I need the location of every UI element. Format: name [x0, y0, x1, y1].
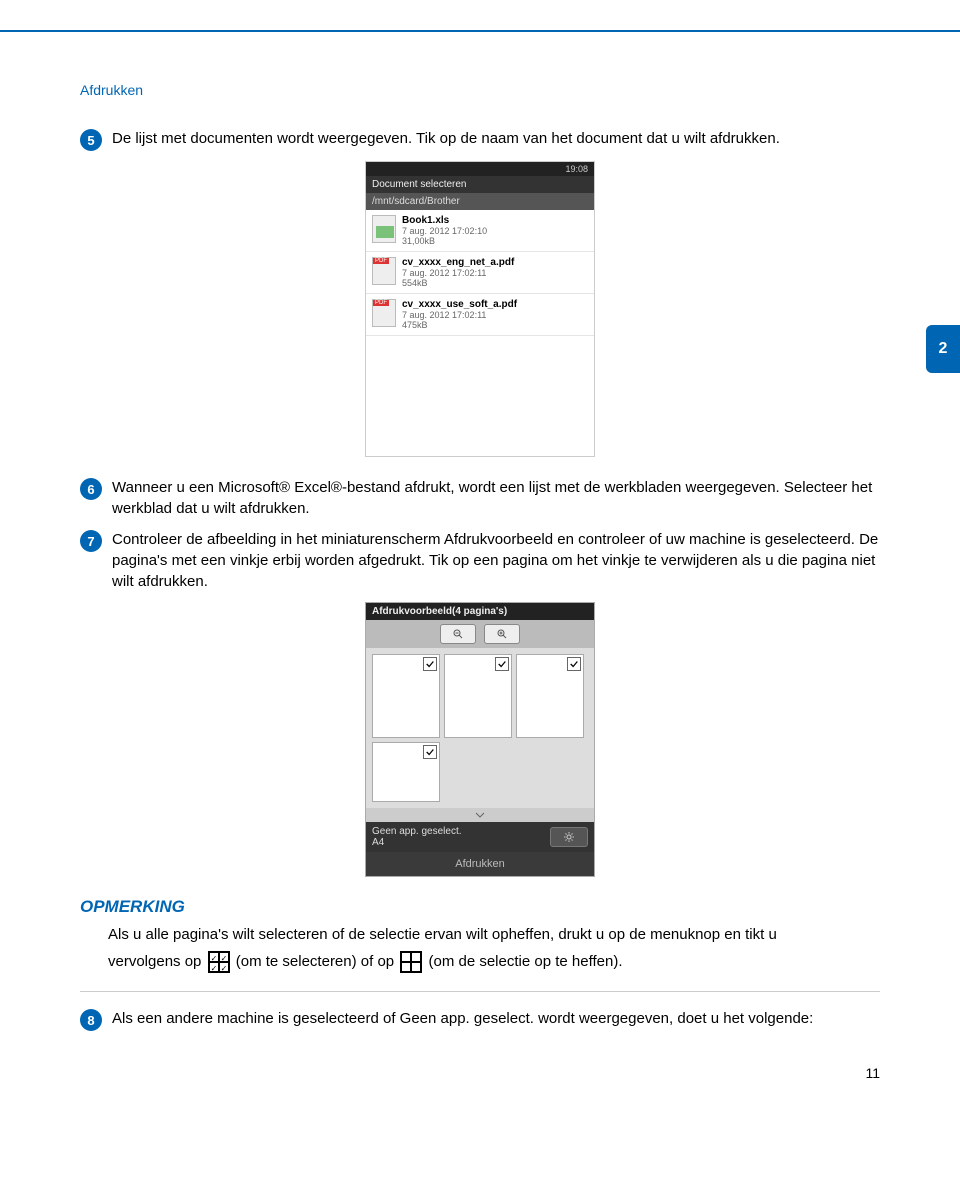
page-number: 11	[865, 1065, 880, 1081]
page-thumb[interactable]	[444, 654, 512, 738]
screenshot-print-preview: Afdrukvoorbeeld(4 pagina's) Geen app. ge…	[365, 602, 595, 877]
file-date: 7 aug. 2012 17:02:11	[402, 268, 514, 278]
zoom-toolbar	[366, 620, 594, 648]
divider	[80, 991, 880, 992]
note-body: Als u alle pagina's wilt selecteren of d…	[108, 921, 880, 975]
thumbnail-grid	[366, 648, 594, 808]
note-heading: OPMERKING	[80, 897, 880, 917]
top-rule	[0, 30, 960, 32]
chapter-tab: 2	[926, 325, 960, 373]
select-all-icon	[208, 951, 230, 973]
xls-file-icon	[372, 215, 396, 243]
section-header: Afdrukken	[80, 82, 960, 98]
breadcrumb-path: /mnt/sdcard/Brother	[366, 193, 594, 210]
deselect-all-icon	[400, 951, 422, 973]
pdf-file-icon	[372, 299, 396, 327]
step-bullet-8: 8	[80, 1009, 102, 1031]
file-row[interactable]: cv_xxxx_eng_net_a.pdf 7 aug. 2012 17:02:…	[366, 252, 594, 294]
screen-title: Document selecteren	[366, 176, 594, 193]
step-bullet-6: 6	[80, 478, 102, 500]
file-name: cv_xxxx_use_soft_a.pdf	[402, 299, 517, 310]
device-status-text: Geen app. geselect.	[372, 826, 462, 837]
step-8-text: Als een andere machine is geselecteerd o…	[112, 1008, 813, 1029]
file-size: 31,00kB	[402, 236, 487, 246]
preview-title: Afdrukvoorbeeld(4 pagina's)	[366, 603, 594, 620]
file-name: Book1.xls	[402, 215, 487, 226]
page-thumb[interactable]	[372, 654, 440, 738]
check-icon[interactable]	[423, 745, 437, 759]
zoom-out-icon[interactable]	[440, 624, 476, 644]
step-bullet-7: 7	[80, 530, 102, 552]
status-bar: 19:08	[366, 162, 594, 176]
page-thumb[interactable]	[372, 742, 440, 802]
check-icon[interactable]	[567, 657, 581, 671]
chevron-down-icon[interactable]	[366, 808, 594, 822]
page-thumb[interactable]	[516, 654, 584, 738]
step-bullet-5: 5	[80, 129, 102, 151]
file-name: cv_xxxx_eng_net_a.pdf	[402, 257, 514, 268]
step-6-text: Wanneer u een Microsoft® Excel®-bestand …	[112, 477, 880, 519]
file-size: 475kB	[402, 320, 517, 330]
file-row[interactable]: cv_xxxx_use_soft_a.pdf 7 aug. 2012 17:02…	[366, 294, 594, 336]
file-row[interactable]: Book1.xls 7 aug. 2012 17:02:10 31,00kB	[366, 210, 594, 252]
zoom-in-icon[interactable]	[484, 624, 520, 644]
gear-icon[interactable]	[550, 827, 588, 847]
check-icon[interactable]	[495, 657, 509, 671]
file-date: 7 aug. 2012 17:02:10	[402, 226, 487, 236]
check-icon[interactable]	[423, 657, 437, 671]
step-5-text: De lijst met documenten wordt weergegeve…	[112, 128, 780, 149]
step-7-text: Controleer de afbeelding in het miniatur…	[112, 529, 880, 592]
file-date: 7 aug. 2012 17:02:11	[402, 310, 517, 320]
paper-size-text: A4	[372, 837, 462, 848]
pdf-file-icon	[372, 257, 396, 285]
file-size: 554kB	[402, 278, 514, 288]
screenshot-document-select: 19:08 Document selecteren /mnt/sdcard/Br…	[365, 161, 595, 457]
device-status-row[interactable]: Geen app. geselect. A4	[366, 822, 594, 852]
print-button[interactable]: Afdrukken	[366, 852, 594, 876]
